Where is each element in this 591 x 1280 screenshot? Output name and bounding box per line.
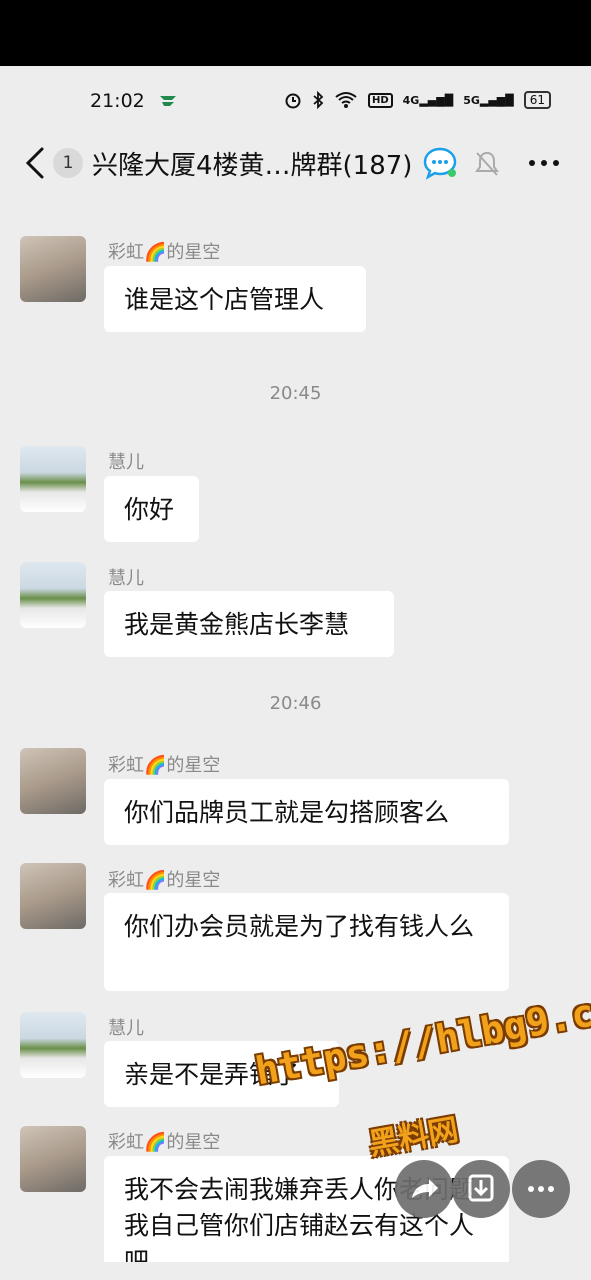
watermark-url: https://hlbg9.com	[252, 982, 591, 1094]
sender-name: 彩虹🌈的星空	[108, 755, 221, 776]
more-options-button[interactable]	[512, 1160, 570, 1218]
sender-name: 彩虹🌈的星空	[108, 242, 221, 263]
share-icon	[412, 1179, 438, 1198]
signal-5g-label: 5G	[463, 93, 480, 107]
bluetooth-icon	[313, 91, 324, 109]
alarm-icon	[285, 93, 301, 109]
back-arrow-icon[interactable]	[22, 146, 46, 180]
signal-5g-icon: 5G▂▄▆█	[463, 93, 514, 107]
watermark-label: 黑料网	[366, 1112, 461, 1163]
sender-name: 彩虹🌈的星空	[108, 870, 221, 891]
timestamp: 20:46	[269, 693, 322, 714]
avatar[interactable]	[20, 1126, 86, 1192]
status-icons: HD 4G▂▄▆█ 5G▂▄▆█ 61	[284, 91, 551, 109]
mute-bell-icon	[475, 151, 499, 176]
chat-title[interactable]: 兴隆大厦4楼黄…牌群(187)	[92, 145, 412, 182]
signal-4g-icon: 4G▂▄▆█	[402, 93, 454, 107]
message-bubble[interactable]: 我是黄金熊店长李慧	[104, 591, 394, 657]
message-bubble[interactable]: 谁是这个店管理人	[104, 266, 366, 332]
avatar[interactable]	[20, 863, 86, 929]
more-options-icon	[528, 1186, 554, 1192]
wifi-icon	[335, 92, 357, 108]
carrier-icon	[160, 96, 176, 106]
avatar[interactable]	[20, 562, 86, 628]
hd-icon: HD	[367, 92, 393, 108]
bottom-edge	[0, 1262, 591, 1280]
avatar[interactable]	[20, 446, 86, 512]
unread-count-badge[interactable]: 1	[53, 148, 83, 178]
sender-name: 慧儿	[108, 1018, 144, 1039]
status-time: 21:02	[90, 90, 145, 112]
sender-name: 彩虹🌈的星空	[108, 1132, 221, 1153]
download-icon	[468, 1174, 494, 1202]
avatar[interactable]	[20, 1012, 86, 1078]
timestamp: 20:45	[269, 383, 322, 404]
sender-name: 慧儿	[108, 452, 144, 473]
message-bubble[interactable]: 你们办会员就是为了找有钱人么	[104, 893, 509, 991]
avatar[interactable]	[20, 748, 86, 814]
download-button[interactable]	[452, 1160, 510, 1218]
group-chat-icon[interactable]	[422, 146, 458, 180]
signal-4g-label: 4G	[402, 93, 420, 107]
avatar[interactable]	[20, 236, 86, 302]
black-top-bar	[0, 0, 591, 66]
message-bubble[interactable]: 你好	[104, 476, 199, 542]
battery-indicator: 61	[523, 91, 551, 109]
share-button[interactable]	[395, 1160, 453, 1218]
sender-name: 慧儿	[108, 568, 144, 589]
message-bubble[interactable]: 你们品牌员工就是勾搭顾客么	[104, 779, 509, 845]
more-menu-icon[interactable]	[527, 150, 561, 176]
